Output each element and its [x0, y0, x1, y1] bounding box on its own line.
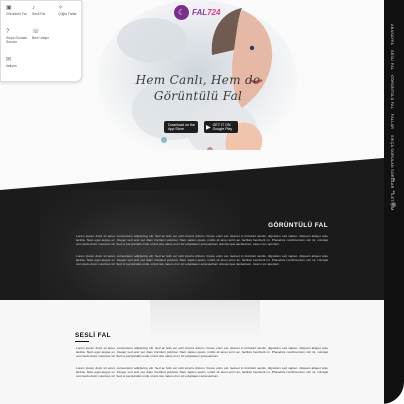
facebook-icon[interactable]: f	[390, 178, 398, 184]
logo-name-b: 724	[207, 7, 221, 17]
audio-section-paragraph-1: Lorem ipsum dolor sit amet, consectetur …	[76, 346, 328, 359]
hero-title: Hem Canlı, Hem de Görüntülü Fal	[118, 72, 278, 104]
sidebar-nav: ANASAYFA SESLİ FAL GÖRÜNTÜLÜ FAL FALLAR …	[390, 24, 398, 216]
sidebar-item-audio[interactable]: SESLİ FAL	[390, 50, 394, 70]
google-play-button[interactable]: ▶ GET IT ON Google Play	[204, 121, 238, 133]
play-icon: ▶	[206, 124, 211, 131]
video-icon: ▣	[6, 5, 12, 11]
audio-section-paragraph-2: Lorem ipsum dolor sit amet, consectetur …	[76, 366, 328, 379]
menu-item-label: İletişim	[6, 64, 17, 68]
star-icon: ✧	[58, 5, 64, 11]
menu-item-label: Çöğre Fallar	[58, 12, 77, 16]
menu-item-label: Sesli Fal	[32, 12, 46, 16]
dropdown-menu: ▣ Görüntülü Fal ♪ Sesli Fal ✧ Çöğre Fall…	[0, 0, 82, 82]
audio-section-title: SESLİ FAL	[75, 332, 111, 339]
logo-text: FAL724	[192, 8, 220, 17]
video-section-paragraph-2: Lorem ipsum dolor sit amet, consectetur …	[76, 254, 328, 267]
question-icon: ?	[6, 29, 10, 35]
logo-symbol-icon: ☾	[174, 4, 189, 20]
hero-title-line2: Görüntülü Fal	[153, 89, 243, 103]
hero-title-line1: Hem Canlı, Hem de	[135, 73, 261, 87]
menu-item-label: Sıkça Sorulan Sorular	[6, 36, 28, 44]
video-section-paragraph-1: Lorem ipsum dolor sit amet, consectetur …	[76, 234, 328, 247]
sidebar-item-fortunes[interactable]: FALLAR	[390, 114, 394, 129]
video-section-title: GÖRÜNTÜLÜ FAL	[268, 222, 328, 229]
menu-item-faq[interactable]: ? Sıkça Sorulan Sorular	[6, 29, 32, 44]
menu-item-video[interactable]: ▣ Görüntülü Fal	[6, 5, 32, 16]
menu-item-label: Bize Ulaşın	[32, 36, 50, 40]
app-store-button[interactable]: Download on the App Store	[164, 121, 198, 133]
right-sidebar: ANASAYFA SESLİ FAL GÖRÜNTÜLÜ FAL FALLAR …	[384, 0, 404, 404]
menu-item-contact[interactable]: ✉ İletişim	[6, 57, 32, 68]
title-underline	[75, 341, 89, 342]
menu-item-other[interactable]: ✧ Çöğre Fallar	[58, 5, 84, 16]
menu-item-label: Görüntülü Fal	[6, 12, 27, 16]
chat-icon: ☏	[32, 29, 40, 35]
app-store-big: App Store	[168, 127, 184, 131]
google-play-big: Google Play	[212, 127, 233, 131]
brand-logo[interactable]: ☾ FAL724	[174, 4, 220, 20]
page: ☾ FAL724 Hem Canlı, Hem de Görüntülü Fal…	[0, 0, 404, 404]
menu-item-audio[interactable]: ♪ Sesli Fal	[32, 5, 58, 16]
mail-icon: ✉	[6, 57, 12, 63]
microphone-icon: ♪	[32, 5, 35, 11]
logo-name-a: FAL	[192, 7, 208, 17]
audio-section-background	[150, 300, 260, 340]
instagram-icon[interactable]: ◎	[390, 202, 398, 208]
twitter-icon[interactable]: t	[390, 190, 398, 196]
menu-item-contact-us[interactable]: ☏ Bize Ulaşın	[32, 29, 58, 40]
sidebar-item-home[interactable]: ANASAYFA	[390, 24, 394, 45]
sidebar-item-video[interactable]: GÖRÜNTÜLÜ FAL	[390, 75, 394, 109]
